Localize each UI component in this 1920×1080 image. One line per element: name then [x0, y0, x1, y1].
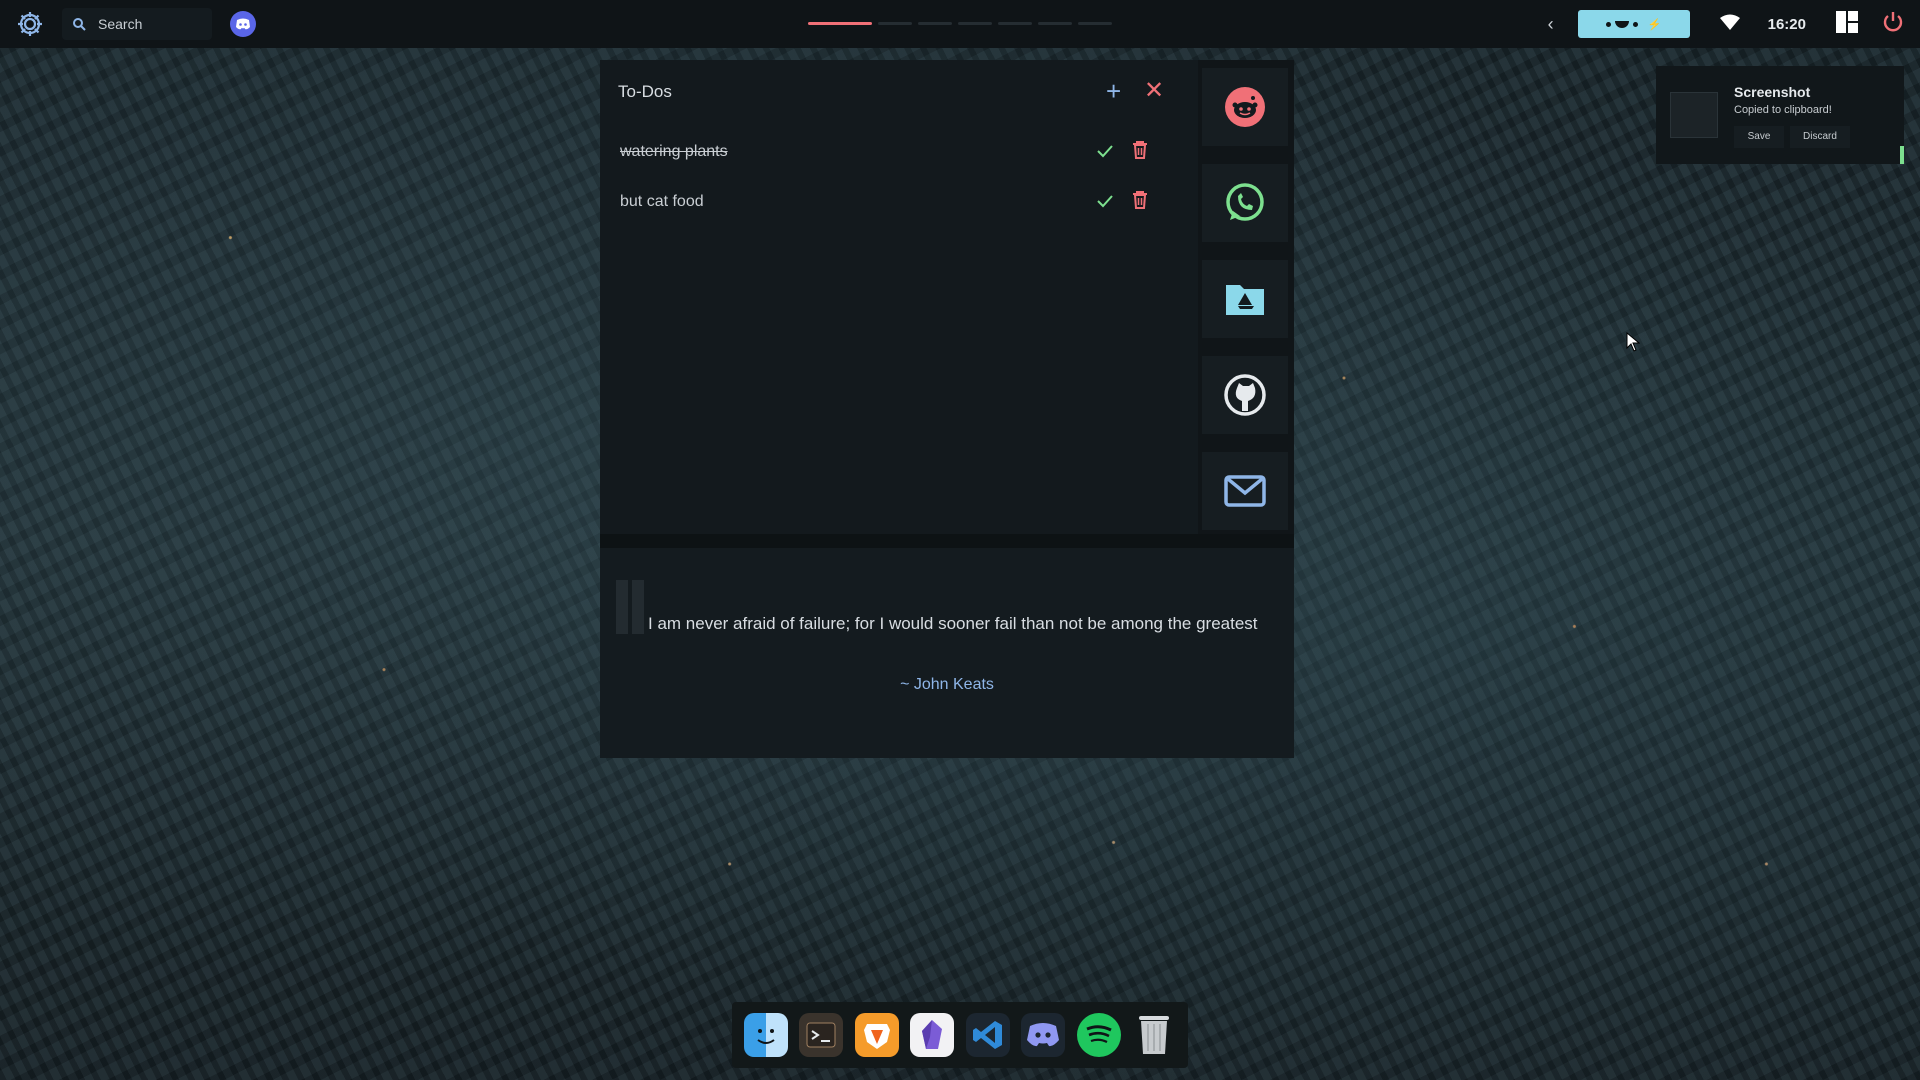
reddit-icon[interactable] [1202, 68, 1288, 146]
workspace-6[interactable] [1038, 22, 1072, 25]
discord-icon[interactable] [230, 11, 256, 37]
workspace-2[interactable] [878, 22, 912, 25]
workspace-1[interactable] [808, 22, 872, 25]
spotify-icon[interactable] [1076, 1013, 1121, 1057]
tray-dot-icon [1605, 21, 1611, 27]
search-box[interactable]: Search [62, 8, 212, 40]
notification: Screenshot Copied to clipboard! Save Dis… [1656, 66, 1904, 164]
terminal-icon[interactable] [799, 1013, 844, 1057]
top-bar: Search ‹ ⚡ 16:20 [0, 0, 1920, 48]
todo-item: watering plants [620, 137, 1160, 167]
quote-author: ~ John Keats [900, 676, 994, 693]
screenshot-thumbnail [1670, 92, 1718, 138]
layout-icon[interactable] [1836, 10, 1858, 38]
github-icon[interactable] [1202, 356, 1288, 434]
todo-item-text: watering plants [620, 143, 728, 160]
tray-bolt-icon: ⚡ [1647, 18, 1662, 31]
quote-panel: I am never afraid of failure; for I woul… [600, 548, 1294, 758]
tray-pill[interactable]: ⚡ [1577, 10, 1690, 38]
discard-button[interactable]: Discard [1790, 126, 1850, 148]
search-label: Search [98, 16, 143, 32]
tray-dot-icon-2 [1632, 21, 1638, 27]
close-icon[interactable]: ✕ [1144, 78, 1164, 104]
brave-icon[interactable] [854, 1013, 899, 1057]
chevron-left-icon[interactable]: ‹ [1548, 14, 1554, 35]
vscode-icon[interactable] [965, 1013, 1010, 1057]
notification-accent [1900, 146, 1904, 164]
mouse-cursor-icon [1626, 332, 1640, 352]
tray-face-icon [1614, 20, 1629, 28]
wifi-icon[interactable] [1719, 14, 1740, 35]
workspace-indicator [808, 22, 1112, 25]
add-todo-button[interactable]: + [1106, 78, 1121, 104]
dock [732, 1002, 1188, 1068]
app-launcher [1198, 60, 1294, 534]
google-drive-icon[interactable] [1202, 260, 1288, 338]
quote-mark-icon [616, 580, 644, 634]
workspace-7[interactable] [1078, 22, 1112, 25]
clock: 16:20 [1767, 15, 1806, 33]
search-icon [73, 18, 86, 31]
check-icon[interactable] [1096, 192, 1114, 215]
trash-icon[interactable] [1132, 191, 1148, 214]
workspace-4[interactable] [958, 22, 992, 25]
save-button[interactable]: Save [1734, 126, 1784, 148]
todo-item: but cat food [620, 187, 1160, 217]
power-icon[interactable] [1882, 11, 1904, 38]
todo-panel: To-Dos + ✕ watering plants but cat food [600, 60, 1180, 534]
notification-body: Copied to clipboard! [1734, 104, 1832, 116]
workspace-3[interactable] [918, 22, 952, 25]
finder-icon[interactable] [743, 1013, 788, 1057]
todo-title: To-Dos [618, 82, 672, 101]
whatsapp-icon[interactable] [1202, 164, 1288, 242]
dashboard-widget: To-Dos + ✕ watering plants but cat food [600, 60, 1294, 758]
obsidian-icon[interactable] [910, 1013, 955, 1057]
notification-title: Screenshot [1734, 84, 1811, 100]
quote-text: I am never afraid of failure; for I woul… [648, 614, 1258, 633]
gear-icon[interactable] [10, 4, 50, 44]
trash-icon[interactable] [1132, 141, 1148, 164]
gmail-icon[interactable] [1202, 452, 1288, 530]
trash-icon[interactable] [1132, 1013, 1176, 1057]
todo-item-text: but cat food [620, 193, 704, 210]
workspace-5[interactable] [998, 22, 1032, 25]
discord-icon[interactable] [1021, 1013, 1066, 1057]
divider [600, 534, 1294, 548]
check-icon[interactable] [1096, 142, 1114, 165]
